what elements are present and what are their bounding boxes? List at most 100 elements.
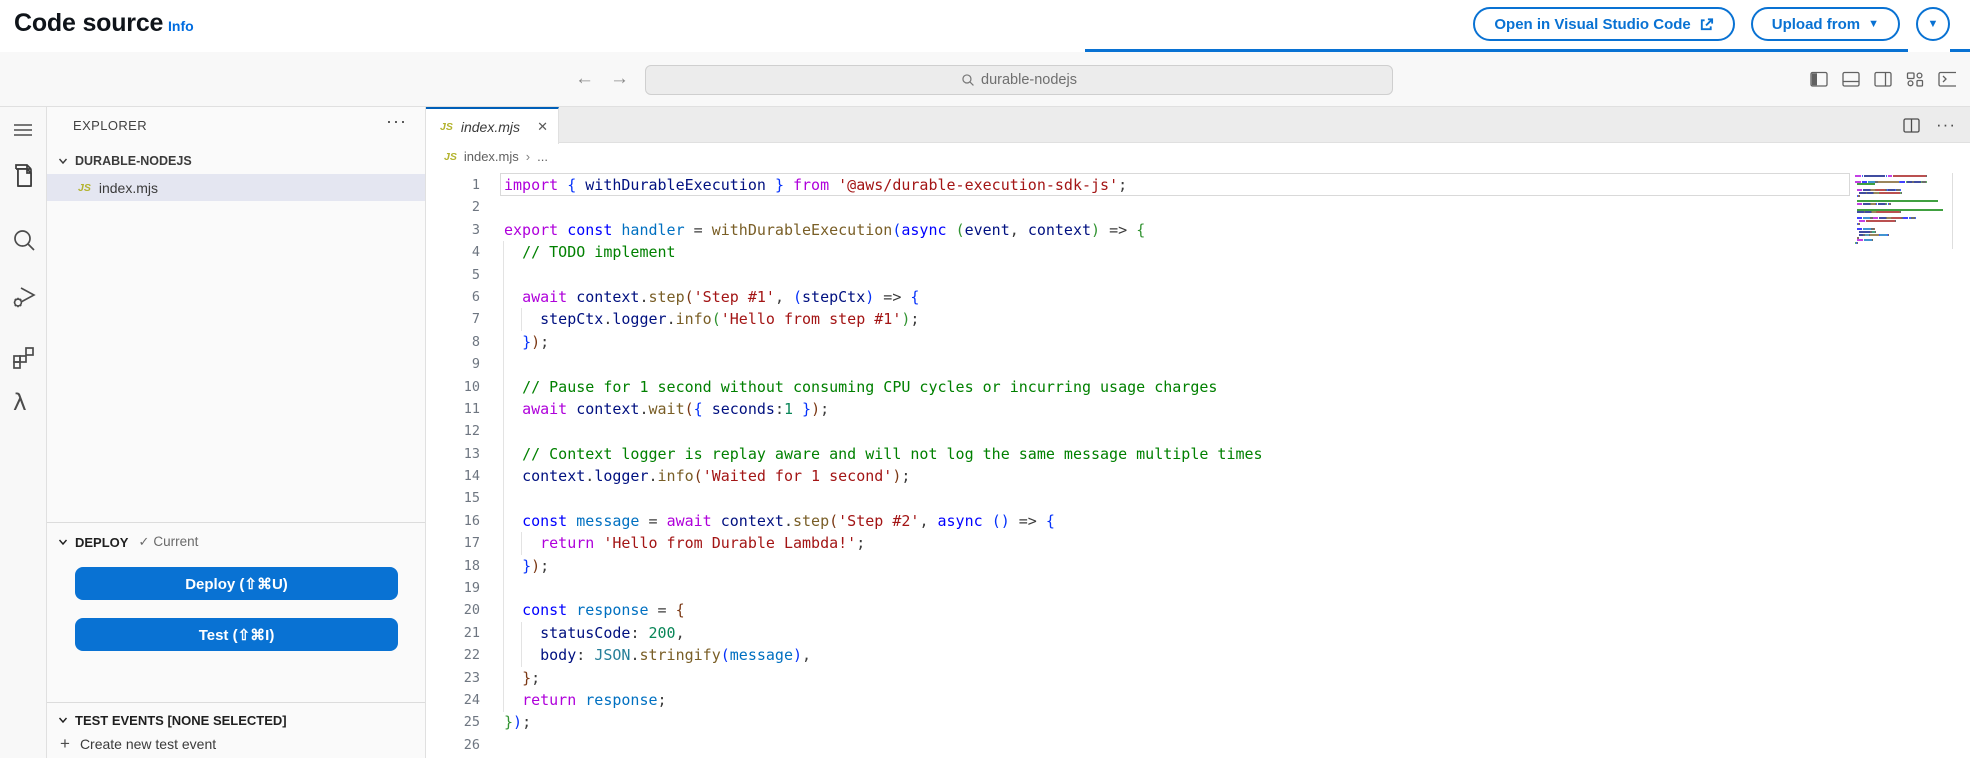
- minimap-line: [1855, 186, 1950, 188]
- activity-bar: λ: [0, 107, 47, 758]
- close-icon[interactable]: ✕: [537, 119, 548, 135]
- line-number: 7: [426, 308, 480, 330]
- code-line[interactable]: 15: [426, 487, 1970, 509]
- minimap-border: [1952, 173, 1953, 249]
- minimap-line: [1855, 237, 1950, 239]
- code-line[interactable]: 7 stepCtx.logger.info('Hello from step #…: [426, 308, 1970, 330]
- code-line[interactable]: 8 });: [426, 331, 1970, 353]
- upload-from-label: Upload from: [1772, 16, 1860, 33]
- deploy-button[interactable]: Deploy (⇧⌘U): [75, 567, 398, 600]
- code-line[interactable]: 2: [426, 196, 1970, 218]
- explorer-files-icon[interactable]: [11, 162, 37, 195]
- code-line[interactable]: 24 return response;: [426, 689, 1970, 711]
- code-line[interactable]: 5: [426, 264, 1970, 286]
- clipped-layout-icon[interactable]: [1938, 71, 1956, 88]
- code-editor[interactable]: 1import { withDurableExecution } from '@…: [426, 169, 1970, 758]
- minimap-line: [1855, 239, 1950, 241]
- upload-from-button[interactable]: Upload from ▼: [1751, 7, 1900, 41]
- create-test-event-label: Create new test event: [80, 736, 216, 752]
- minimap-line: [1855, 234, 1950, 236]
- check-icon: ✓: [138, 534, 149, 549]
- deploy-section-header[interactable]: DEPLOY ✓Current: [47, 529, 425, 555]
- toggle-panel-icon[interactable]: [1842, 71, 1861, 88]
- line-number: 14: [426, 465, 480, 487]
- code-line[interactable]: 6 await context.step('Step #1', (stepCtx…: [426, 286, 1970, 308]
- test-button[interactable]: Test (⇧⌘I): [75, 618, 398, 651]
- lambda-code-source-page: Code source Info Open in Visual Studio C…: [0, 0, 1970, 758]
- chevron-down-icon: [57, 155, 69, 167]
- menu-icon[interactable]: [11, 119, 35, 146]
- folder-row-durable-nodejs[interactable]: DURABLE-NODEJS: [47, 147, 425, 174]
- breadcrumb[interactable]: JS index.mjs › ...: [426, 144, 1970, 169]
- line-number: 12: [426, 420, 480, 442]
- explorer-more-actions[interactable]: ···: [386, 111, 407, 132]
- deploy-status: ✓Current: [138, 534, 198, 550]
- code-line[interactable]: 21 statusCode: 200,: [426, 622, 1970, 644]
- code-line[interactable]: 9: [426, 353, 1970, 375]
- code-line[interactable]: 19: [426, 577, 1970, 599]
- minimap-line: [1855, 195, 1950, 197]
- code-line[interactable]: 3export const handler = withDurableExecu…: [426, 219, 1970, 241]
- code-line[interactable]: 17 return 'Hello from Durable Lambda!';: [426, 532, 1970, 554]
- line-number: 20: [426, 599, 480, 621]
- command-center-search[interactable]: durable-nodejs: [645, 65, 1393, 95]
- line-number: 2: [426, 196, 480, 218]
- code-line[interactable]: 22 body: JSON.stringify(message),: [426, 644, 1970, 666]
- code-line[interactable]: 10 // Pause for 1 second without consumi…: [426, 376, 1970, 398]
- file-name: index.mjs: [99, 180, 158, 196]
- code-line[interactable]: 26: [426, 734, 1970, 756]
- navigate-back-button[interactable]: ←: [575, 66, 594, 92]
- code-line[interactable]: 16 const message = await context.step('S…: [426, 510, 1970, 532]
- code-line[interactable]: 18 });: [426, 555, 1970, 577]
- code-line[interactable]: 25});: [426, 711, 1970, 733]
- toggle-primary-sidebar-icon[interactable]: [1810, 71, 1829, 88]
- line-number: 13: [426, 443, 480, 465]
- split-editor-icon[interactable]: [1903, 118, 1920, 133]
- open-in-vscode-button[interactable]: Open in Visual Studio Code: [1473, 7, 1734, 41]
- extensions-icon[interactable]: [11, 344, 37, 375]
- explorer-header: EXPLORER ···: [47, 107, 425, 143]
- code-lines[interactable]: 1import { withDurableExecution } from '@…: [426, 174, 1970, 756]
- line-number: 23: [426, 667, 480, 689]
- line-number: 9: [426, 353, 480, 375]
- line-number: 26: [426, 734, 480, 756]
- more-actions-icon[interactable]: ···: [1936, 115, 1956, 135]
- code-line[interactable]: 14 context.logger.info('Waited for 1 sec…: [426, 465, 1970, 487]
- folder-name: DURABLE-NODEJS: [75, 154, 192, 168]
- line-number: 16: [426, 510, 480, 532]
- minimap-line: [1855, 178, 1950, 180]
- customize-layout-icon[interactable]: [1906, 71, 1925, 88]
- editor-actions: ···: [1903, 107, 1956, 143]
- breadcrumb-symbol: ...: [537, 149, 548, 164]
- code-line[interactable]: 4 // TODO implement: [426, 241, 1970, 263]
- info-link[interactable]: Info: [168, 18, 194, 34]
- code-line[interactable]: 13 // Context logger is replay aware and…: [426, 443, 1970, 465]
- search-value: durable-nodejs: [981, 72, 1077, 88]
- more-actions-button[interactable]: ▼: [1916, 7, 1950, 41]
- minimap[interactable]: [1855, 175, 1950, 248]
- minimap-line: [1855, 223, 1950, 225]
- line-number: 24: [426, 689, 480, 711]
- line-number: 25: [426, 711, 480, 733]
- aws-lambda-icon[interactable]: λ: [13, 390, 27, 416]
- search-icon[interactable]: [11, 227, 37, 258]
- minimap-line: [1855, 217, 1950, 219]
- file-row-index-mjs[interactable]: JS index.mjs: [47, 174, 425, 201]
- code-line[interactable]: 11 await context.wait({ seconds:1 });: [426, 398, 1970, 420]
- tab-index-mjs[interactable]: JS index.mjs ✕: [426, 107, 559, 144]
- chevron-down-icon: [57, 714, 69, 726]
- create-test-event-button[interactable]: + Create new test event: [47, 730, 425, 757]
- run-debug-icon[interactable]: [11, 284, 37, 315]
- code-line[interactable]: 12: [426, 420, 1970, 442]
- line-number: 10: [426, 376, 480, 398]
- code-line[interactable]: 1import { withDurableExecution } from '@…: [426, 174, 1970, 196]
- line-number: 11: [426, 398, 480, 420]
- code-line[interactable]: 23 };: [426, 667, 1970, 689]
- toggle-secondary-sidebar-icon[interactable]: [1874, 71, 1893, 88]
- code-line[interactable]: 20 const response = {: [426, 599, 1970, 621]
- caret-down-icon: ▼: [1868, 19, 1879, 30]
- explorer-panel: EXPLORER ··· DURABLE-NODEJS JS index.mjs…: [47, 107, 426, 758]
- line-number: 15: [426, 487, 480, 509]
- minimap-line: [1855, 200, 1950, 202]
- navigate-forward-button[interactable]: →: [610, 66, 629, 92]
